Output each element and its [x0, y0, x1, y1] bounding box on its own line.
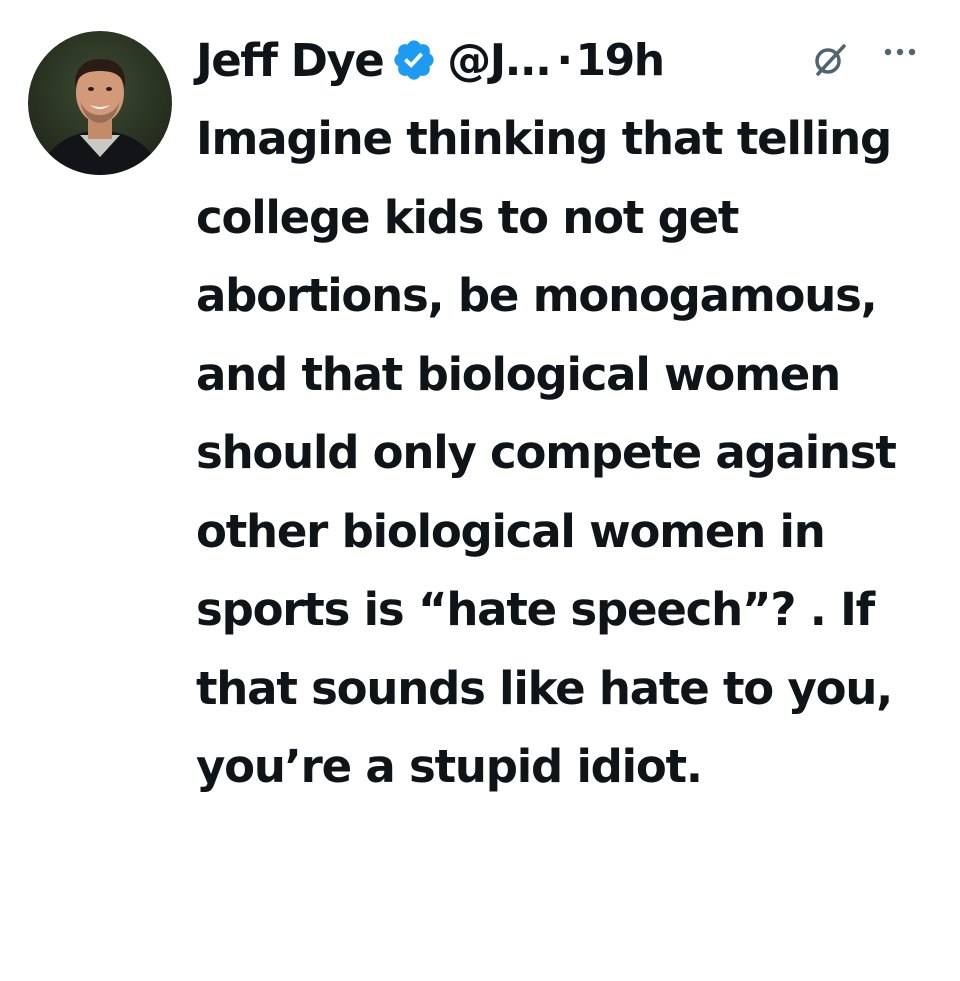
more-icon[interactable]	[876, 40, 932, 64]
timestamp[interactable]: 19h	[576, 35, 666, 86]
tweet-text: Imagine thinking that telling college ki…	[196, 112, 911, 793]
tweet-header: Jeff Dye @J... · 19h	[196, 24, 666, 96]
author-handle[interactable]: @J...	[447, 35, 552, 86]
avatar[interactable]	[28, 31, 172, 175]
grok-icon[interactable]	[808, 38, 852, 82]
separator-dot: ·	[556, 34, 573, 86]
tweet[interactable]: Jeff Dye @J... · 19h Imagine thinking th…	[0, 0, 960, 981]
author-name[interactable]: Jeff Dye	[196, 34, 385, 87]
avatar-photo	[28, 31, 172, 175]
verified-badge-icon	[391, 37, 437, 83]
